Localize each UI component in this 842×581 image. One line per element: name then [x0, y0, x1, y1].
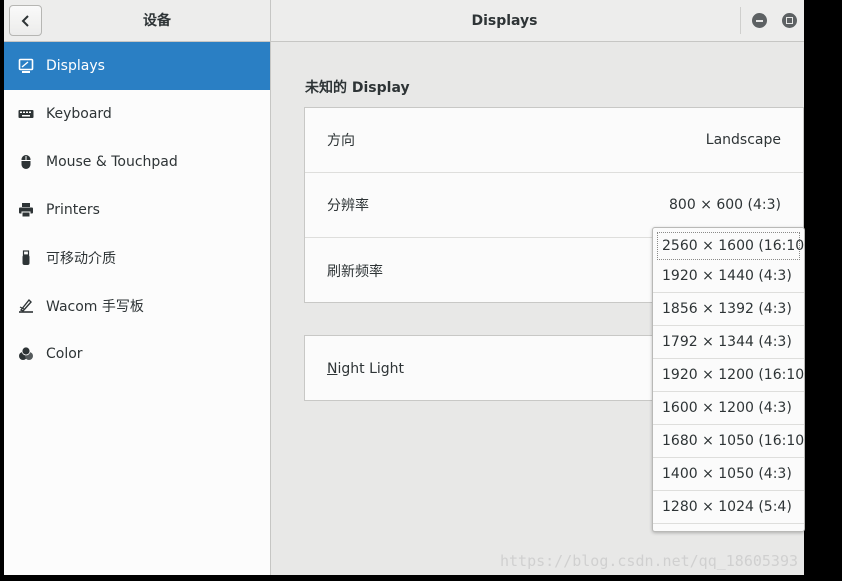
sidebar: Displays Keyboard Mouse & Touchpad Print… — [4, 42, 271, 575]
display-icon — [18, 58, 34, 74]
chevron-left-icon — [21, 14, 29, 27]
content-header: Displays — [271, 0, 804, 42]
sidebar-item-label: Wacom 手写板 — [46, 299, 144, 315]
usb-drive-icon — [18, 250, 34, 266]
sidebar-item-mouse-touchpad[interactable]: Mouse & Touchpad — [4, 138, 270, 186]
maximize-button[interactable] — [782, 13, 797, 28]
resolution-option[interactable]: 1680 × 1050 (16:10) — [653, 425, 804, 458]
sidebar-item-label: Color — [46, 346, 83, 362]
resolution-option[interactable]: 1920 × 1200 (16:10) — [653, 359, 804, 392]
sidebar-item-wacom[interactable]: Wacom 手写板 — [4, 282, 270, 330]
sidebar-item-label: Displays — [46, 58, 105, 74]
sidebar-item-keyboard[interactable]: Keyboard — [4, 90, 270, 138]
orientation-value: Landscape — [705, 132, 781, 148]
display-section-title: 未知的 Display — [305, 80, 410, 96]
tablet-pen-icon — [18, 298, 34, 314]
sidebar-item-printers[interactable]: Printers — [4, 186, 270, 234]
resolution-option[interactable]: 1600 × 1200 (4:3) — [653, 392, 804, 425]
orientation-row[interactable]: 方向 Landscape — [305, 108, 803, 173]
resolution-dropdown: 2560 × 1600 (16:10) 1920 × 1440 (4:3) 18… — [652, 227, 805, 532]
resolution-option[interactable]: 1920 × 1440 (4:3) — [653, 260, 804, 293]
watermark-text: https://blog.csdn.net/qq_18605393 — [500, 552, 799, 570]
resolution-option[interactable]: 1792 × 1344 (4:3) — [653, 326, 804, 359]
resolution-option[interactable]: 1400 × 1050 (4:3) — [653, 458, 804, 491]
color-icon — [18, 346, 34, 362]
mouse-icon — [18, 154, 34, 170]
sidebar-item-color[interactable]: Color — [4, 330, 270, 378]
orientation-label: 方向 — [327, 133, 355, 149]
night-light-mnemonic: N — [327, 360, 338, 377]
night-light-label-rest: ight Light — [337, 360, 405, 377]
keyboard-icon — [18, 106, 34, 122]
resolution-value: 800 × 600 (4:3) — [669, 197, 781, 213]
resolution-option[interactable]: 2560 × 1600 (16:10) — [657, 232, 804, 260]
night-light-label: Night Light — [327, 361, 404, 377]
sidebar-item-label: Mouse & Touchpad — [46, 154, 178, 170]
resolution-option[interactable]: 1856 × 1392 (4:3) — [653, 293, 804, 326]
minimize-button[interactable] — [752, 13, 767, 28]
resolution-option[interactable]: 1280 × 1024 (5:4) — [653, 491, 804, 524]
header-separator — [740, 7, 741, 34]
sidebar-item-removable-media[interactable]: 可移动介质 — [4, 234, 270, 282]
page-title: Displays — [471, 13, 538, 29]
sidebar-item-label: 可移动介质 — [46, 251, 116, 267]
sidebar-item-label: Keyboard — [46, 106, 112, 122]
sidebar-header: 设备 — [4, 0, 271, 42]
printer-icon — [18, 202, 34, 218]
sidebar-item-displays[interactable]: Displays — [4, 42, 270, 90]
refresh-rate-label: 刷新频率 — [327, 263, 383, 280]
minimize-icon — [756, 19, 763, 22]
back-button[interactable] — [9, 5, 42, 36]
maximize-icon — [786, 17, 793, 24]
panel-title: 设备 — [143, 13, 171, 29]
sidebar-item-label: Printers — [46, 202, 100, 218]
resolution-label: 分辨率 — [327, 198, 369, 214]
